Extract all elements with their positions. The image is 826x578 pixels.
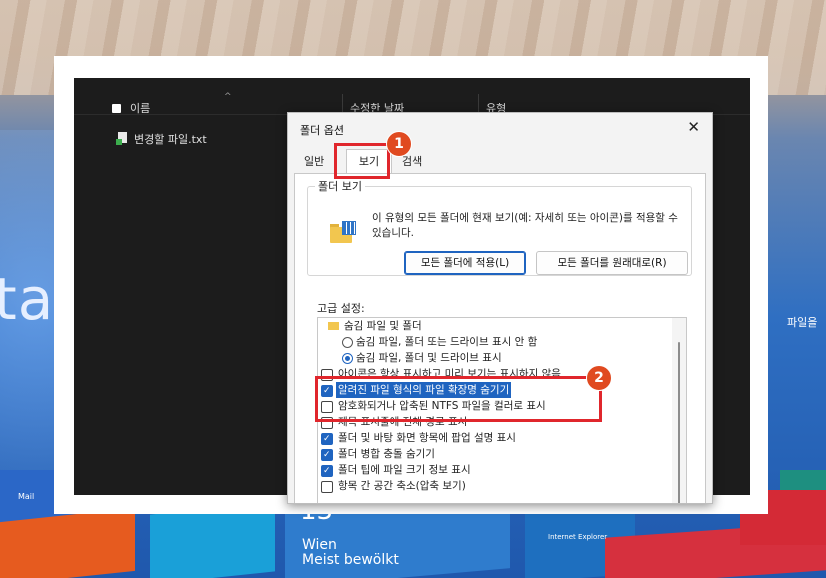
tab-general[interactable]: 일반: [304, 151, 324, 172]
side-label: 파일을: [787, 316, 818, 329]
weather-city: Wien Meist bewölkt: [302, 538, 399, 568]
mail-tile-label: Mail: [18, 492, 35, 501]
close-icon[interactable]: ✕: [687, 118, 700, 136]
scrollbar-thumb[interactable]: [678, 342, 680, 503]
weather-city-name: Wien: [302, 537, 337, 553]
list-item-label: 항목 간 공간 축소(압축 보기): [338, 480, 466, 492]
highlight-view-tab: [334, 143, 390, 179]
advanced-settings-label: 고급 설정:: [317, 302, 365, 315]
weather-description: Meist bewölkt: [302, 552, 399, 568]
list-item-label: 숨김 파일 및 폴더: [344, 320, 422, 332]
reset-folders-button[interactable]: 모든 폴더를 원래대로(R): [536, 251, 688, 275]
checkbox-checked[interactable]: [321, 431, 333, 447]
list-item-label: 폴더 및 바탕 화면 항목에 팝업 설명 표시: [338, 432, 516, 444]
checkbox-checked[interactable]: [321, 447, 333, 463]
list-item-label: 숨김 파일, 폴더 및 드라이브 표시: [356, 352, 502, 364]
column-separator[interactable]: [478, 94, 479, 114]
folder-view-description: 이 유형의 모든 폴더에 현재 보기(예: 자세히 또는 아이콘)를 적용할 수…: [372, 212, 678, 239]
list-item-label: 폴더 팁에 파일 크기 정보 표시: [338, 464, 471, 476]
column-name[interactable]: 이름: [130, 100, 150, 116]
list-item-label: 숨김 파일, 폴더 또는 드라이브 표시 안 함: [356, 336, 538, 348]
ie-tile-label: Internet Explorer: [548, 533, 608, 541]
radio-button[interactable]: [342, 337, 353, 348]
scrollbar[interactable]: [672, 318, 686, 503]
apply-to-folders-button[interactable]: 모든 폴더에 적용(L): [404, 251, 526, 275]
view-tab-panel: 이 유형의 모든 폴더에 현재 보기(예: 자세히 또는 아이콘)를 적용할 수…: [294, 173, 706, 503]
folder-view-icon: [330, 221, 356, 243]
step-badge-1: 1: [386, 131, 412, 157]
column-header: 이름 ^ 수정한 날짜 유형: [74, 78, 750, 115]
file-item[interactable]: 변경할 파일.txt: [134, 131, 207, 147]
highlight-hide-extensions: [315, 376, 602, 422]
folder-view-group: 이 유형의 모든 폴더에 현재 보기(예: 자세히 또는 아이콘)를 적용할 수…: [307, 186, 692, 276]
folder-icon: [328, 322, 339, 330]
step-badge-2: 2: [586, 365, 612, 391]
folder-view-legend: 폴더 보기: [315, 178, 365, 194]
radio-button-selected[interactable]: [342, 353, 353, 364]
dialog-title: 폴더 옵션: [300, 124, 344, 137]
text-file-icon: [116, 132, 127, 145]
column-separator[interactable]: [342, 94, 343, 114]
list-item-label: 폴더 병합 충돌 숨기기: [338, 448, 435, 460]
sort-up-icon: ^: [224, 92, 232, 102]
checkbox-checked[interactable]: [321, 463, 333, 479]
select-all-checkbox[interactable]: [112, 104, 121, 113]
checkbox[interactable]: [321, 481, 333, 493]
